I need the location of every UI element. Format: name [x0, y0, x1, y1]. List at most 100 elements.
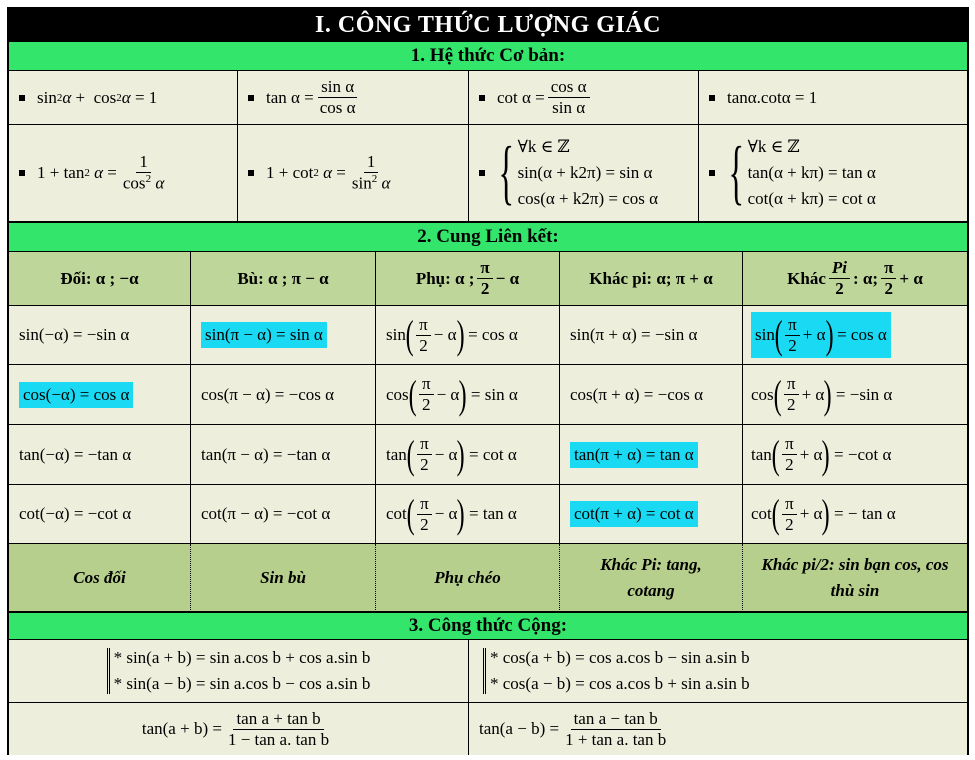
period1-line-2: sin(α + k2π) = sin α: [517, 163, 653, 182]
bullet-icon: [709, 170, 715, 176]
formula-text: tan ( π2 + α ) = −cot α: [751, 431, 892, 477]
cot-col3-formula: cot ( π2 − α ) = tan α: [376, 485, 560, 544]
addition-sin: * sin(a + b) = sin a.cos b + cos a.sin b…: [9, 640, 469, 703]
bullet-icon: [709, 94, 715, 101]
formula-text: cot(−α) = −cot α: [19, 504, 132, 523]
header-complementary: Phụ: α ; π2 − α: [376, 252, 560, 306]
tan-diff-numerator: tan a − tan b: [570, 709, 661, 730]
addition-cos: * cos(a + b) = cos a.cos b − sin a.sin b…: [469, 640, 967, 703]
section-3-title: 3. Công thức Cộng:: [408, 615, 568, 636]
formula-text: tan ( π2 − α ) = cot α: [386, 431, 517, 477]
cos-diff-formula: * cos(a − b) = cos a.cos b + sin a.sin b: [490, 674, 750, 693]
section-3-header: 3. Công thức Cộng:: [9, 612, 967, 640]
bullet-icon: [479, 170, 485, 176]
tan-numerator: sin α: [318, 78, 358, 98]
formula-text: sin(π + α) = −sin α: [570, 325, 698, 344]
bullet-icon: [19, 94, 25, 101]
sin-col4-formula: sin(π + α) = −sin α: [560, 306, 743, 365]
formula-text: cos(π − α) = −cos α: [201, 384, 335, 404]
formula-text: cot(π − α) = −cot α: [201, 504, 331, 523]
tan-diff-denominator: 1 + tan a. tan b: [565, 729, 667, 749]
cot-col4-formula: cot(π + α) = cot α: [560, 485, 743, 544]
formula-text: tan(π − α) = −tan α: [201, 444, 331, 464]
cos-col4-formula: cos(π + α) = −cos α: [560, 365, 743, 425]
tan-col5-formula: tan ( π2 + α ) = −cot α: [743, 425, 967, 485]
mnemonic-row: Cos đối Sin bù Phụ chéo Khác Pi: tang, c…: [9, 544, 967, 612]
tan-denominator: cos α: [319, 98, 356, 117]
highlighted-formula: sin(π − α) = sin α: [201, 322, 327, 348]
section-1-title: 1. Hệ thức Cơ bản:: [410, 45, 566, 66]
bullet-icon: [479, 94, 485, 101]
cot-denominator: sin α: [552, 98, 586, 117]
tan-sum-numerator: tan a + tan b: [233, 709, 324, 730]
cot-numerator: cos α: [547, 78, 590, 98]
header-differ-pi-text: Khác pi: α; π + α: [589, 268, 713, 288]
addition-tan-diff: tan(a − b) = tan a − tan b1 + tan a. tan…: [469, 703, 967, 755]
formula-text: cos(π + α) = −cos α: [570, 384, 704, 404]
header-opposite: Đối: α ; −α: [9, 252, 191, 306]
cot-label: cot α =: [497, 87, 545, 107]
brace-icon: {: [498, 132, 515, 213]
tan-col2-formula: tan(π − α) = −tan α: [191, 425, 376, 485]
tan-col3-formula: tan ( π2 − α ) = cot α: [376, 425, 560, 485]
identity-tan: tan α = sin α cos α: [238, 71, 469, 125]
header-supplementary: Bù: α ; π − α: [191, 252, 376, 306]
formula-sheet: I. CÔNG THỨC LƯỢNG GIÁC 1. Hệ thức Cơ bả…: [7, 7, 969, 755]
tan-sum-denominator: 1 − tan a. tan b: [227, 729, 330, 749]
tan-col4-formula: tan(π + α) = tan α: [560, 425, 743, 485]
highlighted-formula: tan(π + α) = tan α: [570, 441, 698, 468]
bullet-icon: [248, 170, 254, 176]
formula-text: tan(−α) = −tan α: [19, 444, 132, 464]
sin-col3-formula: sin ( π2 − α ) = cos α: [376, 306, 560, 365]
cos-col1-formula: cos(−α) = cos α: [9, 365, 191, 425]
period2-line-2: tan(α + kπ) = tan α: [747, 163, 876, 182]
cot-col1-formula: cot(−α) = −cot α: [9, 485, 191, 544]
header-supplementary-text: Bù: α ; π − α: [237, 268, 329, 288]
header-differ-pi: Khác pi: α; π + α: [560, 252, 743, 306]
sin-col1-formula: sin(−α) = −sin α: [9, 306, 191, 365]
highlighted-formula: cot(π + α) = cot α: [570, 501, 698, 527]
tan-col1-formula: tan(−α) = −tan α: [9, 425, 191, 485]
period-sin-cos: { ∀k ∈ ℤ sin(α + k2π) = sin α cos(α + k2…: [469, 125, 699, 222]
identity-one-plus-tan2: 1 + tan 2 α = 1 cos2 α: [9, 125, 238, 222]
sin-sum-formula: * sin(a + b) = sin a.cos b + cos a.sin b: [113, 648, 371, 667]
mnemonic-differ-half-pi: Khác pi/2: sin bạn cos, cos thù sin: [743, 544, 967, 612]
formula-text: cos ( π2 + α ) = −sin α: [751, 371, 893, 417]
cot-col5-formula: cot ( π2 + α ) = − tan α: [743, 485, 967, 544]
tan-diff-lhs: tan(a − b) =: [479, 719, 560, 738]
formula-text: cos ( π2 − α ) = sin α: [386, 371, 518, 417]
related-angles-row-cot: cot(−α) = −cot α cot(π − α) = −cot α cot (…: [9, 485, 967, 544]
header-complementary-text: Phụ: α ;: [415, 268, 475, 288]
mnemonic-differ-pi: Khác Pi: tang, cotang: [560, 544, 743, 612]
period1-line-3: cos(α + k2π) = cos α: [517, 189, 659, 208]
related-angles-row-tan: tan(−α) = −tan α tan(π − α) = −tan α tan (…: [9, 425, 967, 485]
period-tan-cot: { ∀k ∈ ℤ tan(α + kπ) = tan α cot(α + kπ)…: [699, 125, 967, 222]
formula-text: sin ( π2 − α ) = cos α: [386, 312, 518, 357]
related-angles-row-sin: sin(−α) = −sin α sin(π − α) = sin α sin ( …: [9, 306, 967, 365]
basic-identities-row-2: 1 + tan 2 α = 1 cos2 α 1 + cot 2 α = 1 sin2 …: [9, 125, 967, 222]
basic-identities-row-1: sin 2 α + cos 2 α = 1 tan α = sin α cos α cot…: [9, 71, 967, 125]
formula-text: cot ( π2 + α ) = − tan α: [751, 491, 896, 536]
mnemonic-supplementary: Sin bù: [191, 544, 376, 612]
identity-one-plus-cot2: 1 + cot 2 α = 1 sin2 α: [238, 125, 469, 222]
tan-label: tan α =: [266, 87, 314, 107]
title-text: I. CÔNG THỨC LƯỢNG GIÁC: [315, 11, 661, 38]
period2-line-1: ∀k ∈ ℤ: [747, 137, 800, 156]
section-1-header: 1. Hệ thức Cơ bản:: [9, 41, 967, 71]
addition-tan-row: tan(a + b) = tan a + tan b1 − tan a. tan…: [9, 703, 967, 755]
sin-col2-formula: sin(π − α) = sin α: [191, 306, 376, 365]
highlighted-formula: sin ( π2 + α ) = cos α: [751, 312, 891, 358]
bullet-icon: [248, 94, 254, 101]
cos-col2-formula: cos(π − α) = −cos α: [191, 365, 376, 425]
identity-pythagorean: sin 2 α + cos 2 α = 1: [9, 71, 238, 125]
addition-tan-sum: tan(a + b) = tan a + tan b1 − tan a. tan…: [9, 703, 469, 755]
page-title: I. CÔNG THỨC LƯỢNG GIÁC: [9, 9, 967, 41]
header-differ-half-pi: Khác Pi 2 : α; π2 + α: [743, 252, 967, 306]
header-opposite-text: Đối: α ; −α: [60, 268, 139, 288]
addition-sin-cos-row: * sin(a + b) = sin a.cos b + cos a.sin b…: [9, 640, 967, 703]
formula-text: cot ( π2 − α ) = tan α: [386, 491, 517, 536]
formula-text: sin(−α) = −sin α: [19, 325, 130, 344]
bullet-icon: [19, 170, 25, 176]
section-2-header: 2. Cung Liên kết:: [9, 222, 967, 252]
identity-tan-cot: tanα.cotα = 1: [699, 71, 967, 125]
